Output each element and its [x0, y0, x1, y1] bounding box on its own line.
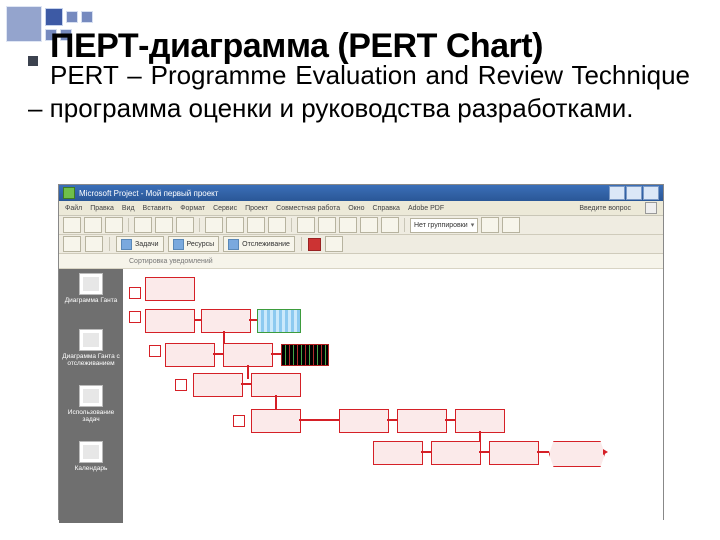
pert-node[interactable]: [201, 309, 251, 333]
pert-canvas[interactable]: [123, 269, 663, 523]
pert-node[interactable]: [339, 409, 389, 433]
redo-button[interactable]: [318, 217, 336, 233]
menu-item[interactable]: Справка: [372, 205, 399, 212]
menu-item[interactable]: Вид: [122, 205, 135, 212]
unlink-button[interactable]: [360, 217, 378, 233]
sidebar-item-gantt[interactable]: Диаграмма Ганта: [59, 273, 123, 329]
pert-node[interactable]: [373, 441, 423, 465]
track-button[interactable]: Отслеживание: [223, 236, 295, 252]
menu-item[interactable]: Окно: [348, 205, 364, 212]
pert-node[interactable]: [251, 373, 301, 397]
menu-item[interactable]: Совместная работа: [276, 205, 340, 212]
window-titlebar: Microsoft Project - Мой первый проект: [59, 185, 663, 201]
new-button[interactable]: [63, 217, 81, 233]
pert-summary-toggle[interactable]: [129, 311, 141, 323]
menubar: Файл Правка Вид Вставить Формат Сервис П…: [59, 201, 663, 216]
pert-node[interactable]: [489, 441, 539, 465]
help-icon[interactable]: [502, 217, 520, 233]
pert-summary-toggle[interactable]: [175, 379, 187, 391]
gantt-track-icon: [79, 329, 103, 351]
spellcheck-button[interactable]: [176, 217, 194, 233]
pert-node-critical[interactable]: [281, 344, 329, 366]
misc-button[interactable]: [325, 236, 343, 252]
bullet-text: PERT – Programme Evaluation and Review T…: [28, 60, 690, 123]
view-sidebar: Диаграмма Ганта Диаграмма Ганта с отслеж…: [59, 269, 123, 523]
pert-summary-toggle[interactable]: [149, 345, 161, 357]
preview-button[interactable]: [155, 217, 173, 233]
pert-node[interactable]: [397, 409, 447, 433]
paste-button[interactable]: [247, 217, 265, 233]
bullet-paragraph: PERT – Programme Evaluation and Review T…: [28, 56, 690, 124]
pert-node[interactable]: [251, 409, 301, 433]
pert-summary-toggle[interactable]: [129, 287, 141, 299]
zoom-button[interactable]: [481, 217, 499, 233]
pert-node[interactable]: [145, 277, 195, 301]
group-combo[interactable]: Нет группировки: [410, 218, 478, 233]
pert-node[interactable]: [431, 441, 481, 465]
menu-item[interactable]: Формат: [180, 205, 205, 212]
window-title: Microsoft Project - Мой первый проект: [79, 189, 218, 198]
app-icon: [63, 187, 75, 199]
gantt-icon: [79, 273, 103, 295]
pert-summary-toggle[interactable]: [233, 415, 245, 427]
pdf-button[interactable]: [63, 236, 81, 252]
pert-node[interactable]: [145, 309, 195, 333]
split-button[interactable]: [381, 217, 399, 233]
sidebar-item-taskusage[interactable]: Использование задач: [59, 385, 123, 441]
formula-bar: Сортировка уведомлений: [59, 254, 663, 269]
save-button[interactable]: [105, 217, 123, 233]
pert-milestone[interactable]: [549, 441, 605, 467]
pert-node[interactable]: [193, 373, 243, 397]
open-button[interactable]: [84, 217, 102, 233]
minimize-button[interactable]: [609, 186, 625, 200]
menu-item[interactable]: Вставить: [143, 205, 173, 212]
menu-item[interactable]: Сервис: [213, 205, 237, 212]
tasks-button[interactable]: Задачи: [116, 236, 164, 252]
resources-button[interactable]: Ресурсы: [168, 236, 220, 252]
help-hint[interactable]: Введите вопрос: [579, 205, 631, 212]
pert-node-active[interactable]: [257, 309, 301, 333]
task-usage-icon: [79, 385, 103, 407]
formula-text: Сортировка уведомлений: [129, 258, 213, 265]
menu-item[interactable]: Файл: [65, 205, 82, 212]
pdf-mail-button[interactable]: [85, 236, 103, 252]
print-button[interactable]: [134, 217, 152, 233]
msproject-screenshot: Microsoft Project - Мой первый проект Фа…: [58, 184, 664, 520]
formatpainter-button[interactable]: [268, 217, 286, 233]
mdi-close-icon[interactable]: [645, 202, 657, 214]
cut-button[interactable]: [205, 217, 223, 233]
pert-node[interactable]: [165, 343, 215, 367]
pert-node[interactable]: [455, 409, 505, 433]
flag-icon[interactable]: [308, 238, 321, 251]
menu-item[interactable]: Правка: [90, 205, 114, 212]
arrow-icon: [603, 449, 608, 455]
view-toolbar: Задачи Ресурсы Отслеживание: [59, 235, 663, 254]
sidebar-item-calendar[interactable]: Календарь: [59, 441, 123, 497]
pert-node[interactable]: [223, 343, 273, 367]
menu-item[interactable]: Проект: [245, 205, 268, 212]
maximize-button[interactable]: [626, 186, 642, 200]
menu-item[interactable]: Adobe PDF: [408, 205, 444, 212]
bullet-marker: [28, 56, 38, 66]
standard-toolbar: Нет группировки: [59, 216, 663, 235]
copy-button[interactable]: [226, 217, 244, 233]
calendar-icon: [79, 441, 103, 463]
undo-button[interactable]: [297, 217, 315, 233]
sidebar-item-gantt-track[interactable]: Диаграмма Ганта с отслеживанием: [59, 329, 123, 385]
close-button[interactable]: [643, 186, 659, 200]
link-button[interactable]: [339, 217, 357, 233]
